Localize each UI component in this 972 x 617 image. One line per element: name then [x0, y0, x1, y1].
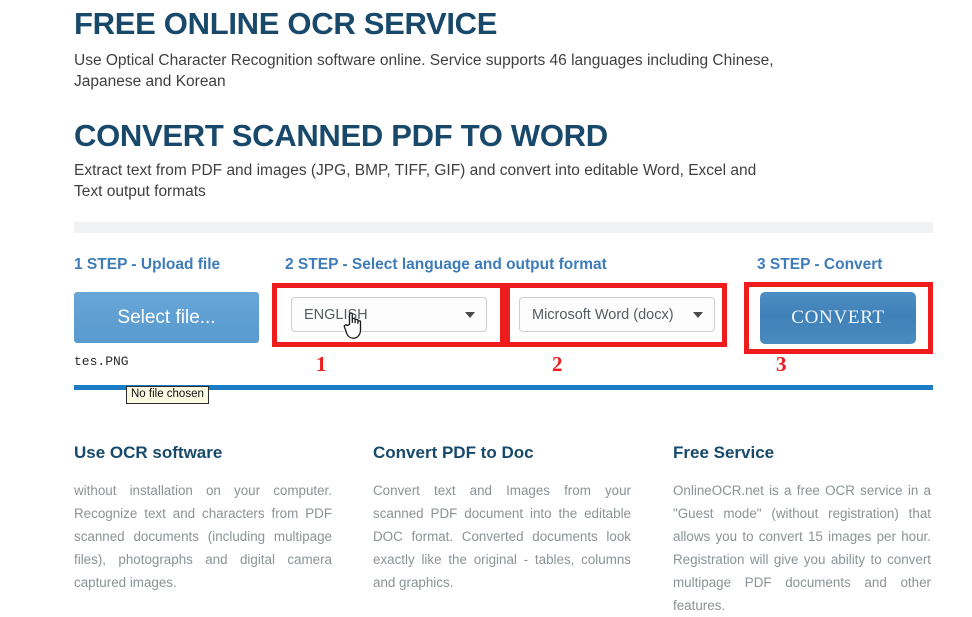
ocr-service-page: FREE ONLINE OCR SERVICE Use Optical Char…	[0, 0, 972, 613]
page-title-convert-scanned-pdf: CONVERT SCANNED PDF TO WORD	[74, 118, 608, 153]
annotation-marker-1: 1	[316, 352, 327, 376]
language-select-value: ENGLISH	[304, 306, 368, 323]
info-column-body: OnlineOCR.net is a free OCR service in a…	[673, 483, 931, 613]
page-subtitle-convert-description: Extract text from PDF and images (JPG, B…	[74, 162, 757, 200]
info-column-convert-pdf-to-doc: Convert PDF to Doc Convert text and Imag…	[373, 443, 631, 594]
convert-button[interactable]: CONVERT	[760, 292, 916, 344]
info-column-use-ocr-software: Use OCR software without installation on…	[74, 443, 332, 594]
info-column-body: without installation on your computer. R…	[74, 483, 332, 590]
info-column-body: Convert text and Images from your scanne…	[373, 483, 631, 590]
page-title-free-online-ocr: FREE ONLINE OCR SERVICE	[74, 6, 498, 41]
language-select[interactable]: ENGLISH	[291, 297, 487, 332]
output-format-select[interactable]: Microsoft Word (docx)	[519, 297, 715, 332]
select-file-button[interactable]: Select file...	[74, 292, 259, 343]
no-file-chosen-tooltip: No file chosen	[126, 386, 209, 404]
selected-file-name: tes.PNG	[74, 354, 129, 369]
info-column-free-service: Free Service OnlineOCR.net is a free OCR…	[673, 443, 931, 617]
annotation-marker-2: 2	[552, 352, 563, 376]
chevron-down-icon	[693, 311, 703, 318]
output-format-select-value: Microsoft Word (docx)	[532, 306, 674, 323]
step-2-heading: 2 STEP - Select language and output form…	[285, 256, 607, 273]
step-1-heading: 1 STEP - Upload file	[74, 256, 221, 273]
section-divider-band	[74, 222, 933, 233]
step-3-heading: 3 STEP - Convert	[757, 256, 883, 273]
page-subtitle-ocr-description: Use Optical Character Recognition softwa…	[74, 52, 774, 90]
info-column-heading: Convert PDF to Doc	[373, 443, 534, 462]
annotation-marker-3: 3	[776, 352, 787, 376]
info-column-heading: Use OCR software	[74, 443, 223, 462]
chevron-down-icon	[465, 311, 475, 318]
info-column-heading: Free Service	[673, 443, 775, 462]
